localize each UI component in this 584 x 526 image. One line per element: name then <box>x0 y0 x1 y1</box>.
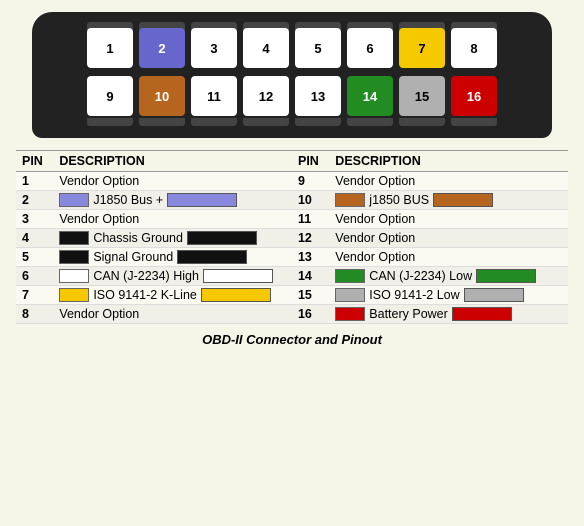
table-row: Battery Power <box>329 305 568 324</box>
pin-4: 4 <box>243 28 289 68</box>
table-row: 7 <box>16 286 53 305</box>
pin-3: 3 <box>191 28 237 68</box>
pin-16: 16 <box>451 76 497 116</box>
table-row: 15 <box>292 286 329 305</box>
pin-5: 5 <box>295 28 341 68</box>
table-row: Signal Ground <box>53 248 292 267</box>
table-row: Vendor Option <box>53 210 292 229</box>
table-row: CAN (J-2234) Low <box>329 267 568 286</box>
pin-8: 8 <box>451 28 497 68</box>
table-row: 10 <box>292 191 329 210</box>
table-row: 13 <box>292 248 329 267</box>
table-row: ISO 9141-2 K-Line <box>53 286 292 305</box>
table-row: 5 <box>16 248 53 267</box>
pin-15: 15 <box>399 76 445 116</box>
col-pin2-header: PIN <box>292 151 329 172</box>
table-row: 1 <box>16 172 53 191</box>
table-row: J1850 Bus + <box>53 191 292 210</box>
pinout-table-container: PIN DESCRIPTION PIN DESCRIPTION 1Vendor … <box>0 146 584 328</box>
pin-13: 13 <box>295 76 341 116</box>
table-row: CAN (J-2234) High <box>53 267 292 286</box>
table-row: Vendor Option <box>329 248 568 267</box>
pin-10: 10 <box>139 76 185 116</box>
table-row: 4 <box>16 229 53 248</box>
table-row: Vendor Option <box>329 229 568 248</box>
table-row: 16 <box>292 305 329 324</box>
table-row: 12 <box>292 229 329 248</box>
table-row: Vendor Option <box>329 172 568 191</box>
pin-1: 1 <box>87 28 133 68</box>
pin-12: 12 <box>243 76 289 116</box>
pin-11: 11 <box>191 76 237 116</box>
connector-diagram: 1 2 3 4 5 6 7 8 9 10 11 12 13 14 15 16 <box>0 0 584 146</box>
connector-body: 1 2 3 4 5 6 7 8 9 10 11 12 13 14 15 16 <box>32 12 552 138</box>
table-row: Vendor Option <box>329 210 568 229</box>
bottom-pin-row: 9 10 11 12 13 14 15 16 <box>42 76 542 116</box>
table-row: 3 <box>16 210 53 229</box>
pin-7: 7 <box>399 28 445 68</box>
pinout-table: PIN DESCRIPTION PIN DESCRIPTION 1Vendor … <box>16 150 568 324</box>
table-row: 8 <box>16 305 53 324</box>
bottom-tabs <box>42 118 542 126</box>
table-row: 9 <box>292 172 329 191</box>
table-row: j1850 BUS <box>329 191 568 210</box>
table-row: Vendor Option <box>53 305 292 324</box>
col-desc2-header: DESCRIPTION <box>329 151 568 172</box>
table-row: 14 <box>292 267 329 286</box>
col-desc1-header: DESCRIPTION <box>53 151 292 172</box>
pin-9: 9 <box>87 76 133 116</box>
footer-title: OBD-II Connector and Pinout <box>0 332 584 347</box>
pin-14: 14 <box>347 76 393 116</box>
pin-6: 6 <box>347 28 393 68</box>
table-row: 11 <box>292 210 329 229</box>
table-row: Vendor Option <box>53 172 292 191</box>
table-row: Chassis Ground <box>53 229 292 248</box>
col-pin1-header: PIN <box>16 151 53 172</box>
table-row: ISO 9141-2 Low <box>329 286 568 305</box>
pin-2: 2 <box>139 28 185 68</box>
table-row: 6 <box>16 267 53 286</box>
top-pin-row: 1 2 3 4 5 6 7 8 <box>42 28 542 68</box>
table-row: 2 <box>16 191 53 210</box>
